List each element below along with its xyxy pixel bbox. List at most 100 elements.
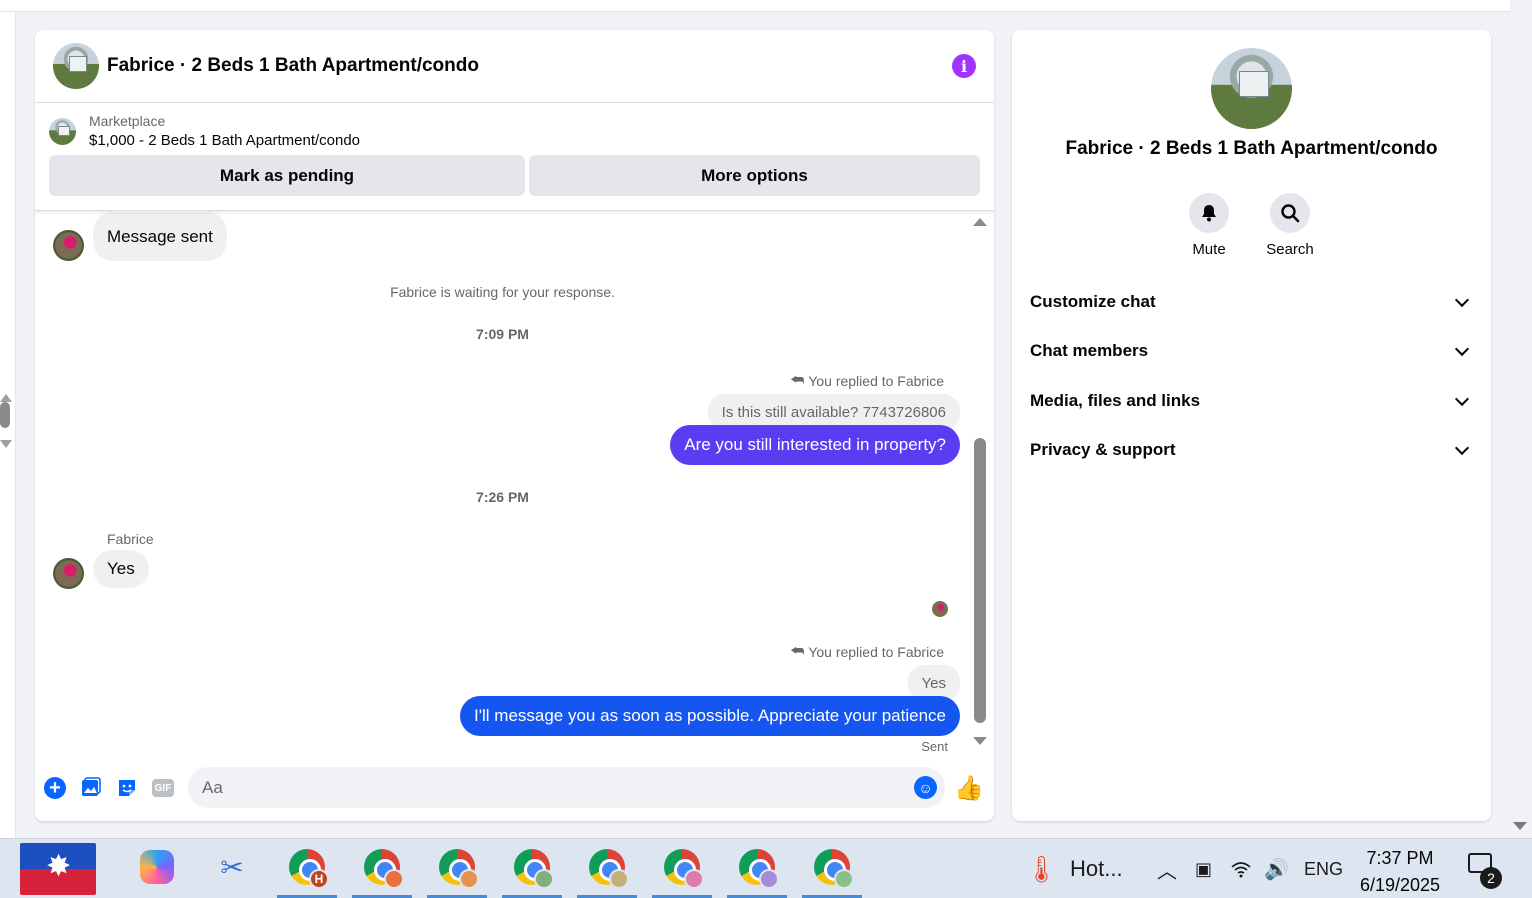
chrome-icon (514, 849, 554, 889)
chrome-profile-button[interactable] (737, 847, 779, 889)
section-label: Media, files and links (1030, 391, 1201, 410)
chat-scrollbar[interactable] (973, 218, 987, 748)
profile-badge (609, 869, 629, 889)
scroll-up-arrow[interactable] (0, 394, 12, 402)
reply-indicator: ⮪ You replied to Fabrice (790, 643, 944, 660)
message-text: Yes (107, 559, 135, 578)
section-privacy-support[interactable]: Privacy & support (1030, 428, 1473, 472)
reply-arrow-icon: ⮪ (790, 372, 805, 389)
chrome-profile-button[interactable] (512, 847, 554, 889)
quoted-text: Yes (921, 674, 946, 692)
emoji-icon[interactable]: ☺ (914, 776, 937, 799)
mark-as-pending-button[interactable]: Mark as pending (49, 155, 525, 196)
mute-button[interactable] (1189, 193, 1229, 233)
gif-icon: GIF (152, 779, 174, 797)
scroll-up-arrow[interactable] (973, 218, 987, 226)
mute-label: Mute (1192, 241, 1226, 258)
chrome-profile-button[interactable] (662, 847, 704, 889)
profile-badge (759, 869, 779, 889)
chrome-icon (589, 849, 629, 889)
thumbs-up-icon[interactable]: 👍 (954, 775, 984, 802)
section-chat-members[interactable]: Chat members (1030, 329, 1473, 373)
show-hidden-icons-button[interactable]: ︿ (1157, 839, 1177, 898)
language-text: ENG (1304, 858, 1344, 879)
sticker-icon (119, 780, 135, 796)
section-media-files-links[interactable]: Media, files and links (1030, 379, 1473, 423)
seen-by-avatar (932, 601, 948, 617)
reply-indicator-label: You replied to Fabrice (808, 372, 944, 389)
section-customize-chat[interactable]: Customize chat (1030, 280, 1473, 324)
details-title: Fabrice · 2 Beds 1 Bath Apartment/condo (1065, 138, 1438, 159)
chrome-profile-button[interactable] (812, 847, 854, 889)
scrollbar-thumb[interactable] (974, 438, 986, 723)
clock-date: 6/19/2025 (1359, 875, 1441, 895)
chevron-down-icon (1454, 391, 1470, 407)
clock-widget[interactable]: 7:37 PM 6/19/2025 (1350, 845, 1450, 898)
section-label: Customize chat (1030, 292, 1156, 311)
message-bubble-incoming[interactable]: Yes (93, 550, 149, 588)
gif-button[interactable]: GIF (151, 776, 175, 800)
notification-center-button[interactable]: 2 (1468, 853, 1502, 889)
message-input[interactable] (202, 777, 882, 798)
chat-header: Fabrice · 2 Beds 1 Bath Apartment/condo … (35, 30, 994, 103)
reply-indicator-label: You replied to Fabrice (808, 643, 944, 660)
message-text: Message sent (107, 226, 213, 246)
chrome-icon (439, 849, 479, 889)
meet-icon[interactable]: ▣ (1195, 839, 1212, 898)
chevron-down-icon (1454, 292, 1470, 308)
speaker-icon: 🔊 (1264, 858, 1289, 881)
info-icon[interactable]: i (952, 54, 976, 78)
windows-taskbar: ✂ H 🌡 Hot... ︿ ▣ 🔊 (0, 838, 1532, 898)
quoted-text: Is this still available? 7743726806 (721, 403, 946, 421)
chevron-down-icon (1454, 440, 1470, 456)
more-options-button[interactable]: More options (529, 155, 980, 196)
scrollbar-thumb[interactable] (0, 402, 10, 428)
chat-panel: Fabrice · 2 Beds 1 Bath Apartment/condo … (35, 30, 994, 821)
scroll-down-arrow[interactable] (973, 737, 987, 745)
chrome-profile-h-button[interactable]: H (287, 847, 329, 889)
timestamp-divider: 7:09 PM (476, 326, 529, 342)
snipping-tool-taskbar-button[interactable]: ✂ (212, 847, 252, 887)
details-avatar[interactable] (1211, 48, 1292, 129)
sender-name: Fabrice (107, 531, 154, 547)
fabrice-avatar[interactable] (53, 558, 84, 589)
listing-avatar[interactable] (53, 43, 99, 89)
chrome-icon: H (289, 849, 329, 889)
chrome-profile-button[interactable] (587, 847, 629, 889)
chrome-profile-button[interactable] (437, 847, 479, 889)
listing-thumbnail[interactable] (49, 118, 76, 145)
mute-action[interactable]: Mute (1179, 193, 1239, 258)
language-indicator[interactable]: ENG (1304, 839, 1343, 898)
message-bubble-incoming[interactable]: Message sent (93, 212, 227, 261)
flag-widget-icon[interactable] (20, 843, 96, 895)
timestamp-divider: 7:26 PM (476, 489, 529, 505)
fabrice-avatar[interactable] (53, 230, 84, 261)
camera-icon: ▣ (1195, 858, 1213, 879)
search-button[interactable] (1270, 193, 1310, 233)
more-actions-button[interactable]: + (43, 776, 67, 800)
sticker-button[interactable] (115, 776, 139, 800)
message-bubble-outgoing[interactable]: I'll message you as soon as possible. Ap… (460, 696, 960, 736)
chrome-profile-button[interactable] (362, 847, 404, 889)
clock-time: 7:37 PM (1366, 848, 1434, 868)
scroll-down-arrow[interactable] (0, 440, 12, 448)
message-bubble-outgoing[interactable]: Are you still interested in property? (670, 425, 960, 465)
profile-badge (384, 869, 404, 889)
page-scroll-down-arrow[interactable] (1513, 822, 1527, 830)
message-input-wrapper: ☺ (188, 767, 945, 808)
left-collapsed-panel (0, 12, 16, 838)
browser-top-strip (0, 0, 1510, 12)
chat-title[interactable]: Fabrice · 2 Beds 1 Bath Apartment/condo (107, 55, 479, 77)
volume-button[interactable]: 🔊 (1264, 839, 1289, 898)
listing-price-title[interactable]: $1,000 - 2 Beds 1 Bath Apartment/condo (89, 132, 360, 149)
copilot-taskbar-button[interactable] (137, 847, 177, 887)
profile-badge (684, 869, 704, 889)
search-action[interactable]: Search (1260, 193, 1320, 258)
message-text: Are you still interested in property? (684, 435, 946, 454)
chrome-icon (814, 849, 854, 889)
weather-text: Hot... (1070, 856, 1123, 881)
attach-photo-button[interactable] (79, 776, 103, 800)
network-button[interactable] (1230, 839, 1252, 898)
weather-widget[interactable]: 🌡 Hot... (1025, 839, 1123, 898)
thermometer-icon: 🌡 (1025, 853, 1059, 884)
